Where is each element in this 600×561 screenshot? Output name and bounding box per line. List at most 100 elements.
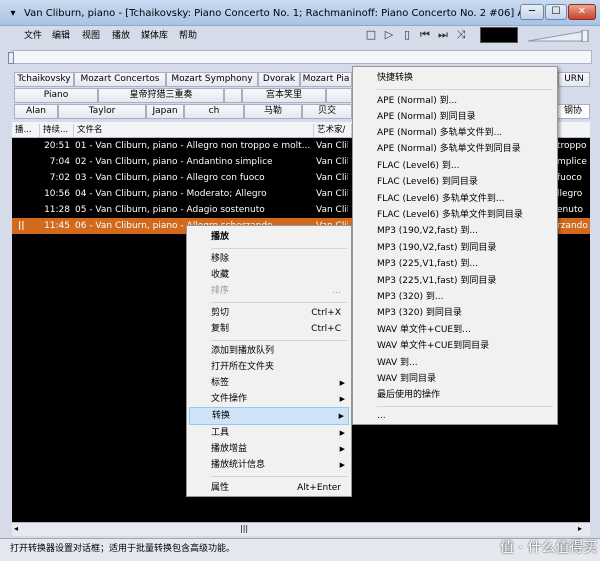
tab-alan[interactable]: Alan xyxy=(14,104,58,119)
menu-item-label: 添加到播放队列 xyxy=(211,346,275,356)
transport-toolbar: □ ▷ ▯ ⏮ ⏭ ⤨ xyxy=(362,27,472,43)
submenu-arrow-icon: ▶ xyxy=(338,412,344,420)
context-menu: 播放 移除 收藏 排序... 剪切 Ctrl+X 复制 Ctrl+C 添加到播放队列… xyxy=(186,225,352,497)
column-playing[interactable]: 播... xyxy=(12,124,40,137)
tab-mozart-symphony[interactable]: Mozart Symphony xyxy=(166,72,258,87)
tab-unnamed-2[interactable] xyxy=(326,88,352,103)
submenu-item-mp3-320-to[interactable]: MP3 (320) 到... xyxy=(355,289,555,305)
submenu-item-more[interactable]: ... xyxy=(355,408,555,424)
submenu-item-wav-same-dir[interactable]: WAV 到同目录 xyxy=(355,371,555,387)
track-filename: 04 - Van Cliburn, piano - Moderato; Alle… xyxy=(75,189,267,199)
volume-slider[interactable] xyxy=(528,30,590,42)
minimize-button[interactable]: ─ xyxy=(520,4,544,20)
menu-item-label: 标签 xyxy=(211,378,230,388)
menu-separator xyxy=(377,89,553,90)
submenu-item-flac-multitrack-to[interactable]: FLAC (Level6) 多轨单文件到... xyxy=(355,191,555,207)
submenu-item-wav-cue-to[interactable]: WAV 单文件+CUE到... xyxy=(355,322,555,338)
track-duration: 20:51 xyxy=(44,141,70,151)
submenu-item-mp3-320-same-dir[interactable]: MP3 (320) 到同目录 xyxy=(355,305,555,321)
menu-edit[interactable]: 编辑 xyxy=(52,30,70,43)
submenu-item-mp3-190-same-dir[interactable]: MP3 (190,V2,fast) 到同目录 xyxy=(355,240,555,256)
tab-mahler[interactable]: 马勒 xyxy=(244,104,302,119)
tab-emperor-trio[interactable]: 皇帝狩猎三重奏 xyxy=(98,88,224,103)
convert-submenu: 快捷转换 APE (Normal) 到... APE (Normal) 到同目录… xyxy=(352,66,558,425)
menu-item-copy[interactable]: 复制 Ctrl+C xyxy=(189,320,349,338)
track-title-tail: troppo xyxy=(557,141,587,151)
menu-file[interactable]: 文件 xyxy=(24,30,42,43)
app-icon[interactable]: ▾ xyxy=(7,8,19,20)
scroll-right-icon[interactable]: ▸ xyxy=(578,524,582,533)
menu-item-properties[interactable]: 属性 Alt+Enter xyxy=(189,479,349,497)
tab-piano[interactable]: Piano xyxy=(14,88,98,103)
tab-burn[interactable]: URN xyxy=(558,72,590,87)
tab-mozart-concertos[interactable]: Mozart Concertos xyxy=(74,72,166,87)
menu-item-label: 打开所在文件夹 xyxy=(211,362,275,372)
tab-taylor[interactable]: Taylor xyxy=(58,104,146,119)
random-icon[interactable]: ⤨ xyxy=(454,28,468,42)
submenu-item-mp3-225-same-dir[interactable]: MP3 (225,V1,fast) 到同目录 xyxy=(355,273,555,289)
previous-icon[interactable]: ⏮ xyxy=(418,28,432,42)
menu-item-convert[interactable]: 转换 ▶ xyxy=(189,407,349,425)
submenu-item-ape-same-dir[interactable]: APE (Normal) 到同目录 xyxy=(355,109,555,125)
menu-item-label: 剪切 xyxy=(211,308,230,318)
menu-item-play[interactable]: 播放 xyxy=(189,228,349,246)
menu-item-file-operations[interactable]: 文件操作 ▶ xyxy=(189,390,349,408)
tab-miyamoto[interactable]: 宫本笑里 xyxy=(242,88,326,103)
menu-item-label: 转换 xyxy=(212,411,231,421)
column-duration[interactable]: 持续... xyxy=(40,124,74,137)
tab-japan[interactable]: Japan xyxy=(146,104,184,119)
submenu-item-ape-multitrack-to[interactable]: APE (Normal) 多轨单文件到... xyxy=(355,125,555,141)
close-button[interactable]: ✕ xyxy=(568,4,596,20)
menu-separator xyxy=(211,340,347,341)
submenu-item-last-used[interactable]: 最后使用的操作 xyxy=(355,387,555,403)
menu-library[interactable]: 媒体库 xyxy=(141,30,168,43)
stop-icon[interactable]: □ xyxy=(364,28,378,42)
track-artist: Van Clib xyxy=(316,189,348,199)
maximize-button[interactable]: ☐ xyxy=(545,4,567,20)
menu-bar: 文件 编辑 视图 播放 媒体库 帮助 xyxy=(8,27,360,45)
submenu-item-wav-to[interactable]: WAV 到... xyxy=(355,355,555,371)
submenu-item-quick-convert[interactable]: 快捷转换 xyxy=(355,70,555,86)
submenu-item-flac-same-dir[interactable]: FLAC (Level6) 到同目录 xyxy=(355,174,555,190)
menu-separator xyxy=(377,406,553,407)
pause-icon[interactable]: ▯ xyxy=(400,28,414,42)
seek-thumb[interactable] xyxy=(8,52,14,64)
submenu-item-mp3-225-to[interactable]: MP3 (225,V1,fast) 到... xyxy=(355,256,555,272)
horizontal-scrollbar[interactable]: ◂ ||| ▸ xyxy=(12,522,590,536)
tab-ch[interactable]: ch xyxy=(184,104,244,119)
submenu-item-flac-multitrack-same-dir[interactable]: FLAC (Level6) 多轨单文件到同目录 xyxy=(355,207,555,223)
menu-item-label: 属性 xyxy=(211,483,230,493)
scroll-left-icon[interactable]: ◂ xyxy=(14,524,18,533)
track-filename: 01 - Van Cliburn, piano - Allegro non tr… xyxy=(75,141,311,151)
menu-separator xyxy=(211,476,347,477)
menu-view[interactable]: 视图 xyxy=(82,30,100,43)
track-duration: 11:45 xyxy=(44,221,70,231)
submenu-item-ape-to[interactable]: APE (Normal) 到... xyxy=(355,93,555,109)
tab-mozart-piano[interactable]: Mozart Pia xyxy=(300,72,352,87)
track-title-tail: rzando xyxy=(557,221,588,231)
tab-beethoven-symphony[interactable]: 贝交 xyxy=(302,104,352,119)
play-icon[interactable]: ▷ xyxy=(382,28,396,42)
track-filename: 03 - Van Cliburn, piano - Allegro con fu… xyxy=(75,173,265,183)
menu-item-label: 移除 xyxy=(211,254,230,264)
menu-item-shortcut: Alt+Enter xyxy=(297,483,341,493)
next-icon[interactable]: ⏭ xyxy=(436,28,450,42)
tab-dvorak[interactable]: Dvorak xyxy=(258,72,300,87)
submenu-item-wav-cue-same-dir[interactable]: WAV 单文件+CUE到同目录 xyxy=(355,338,555,354)
tab-piano-concertos[interactable]: 钢协 xyxy=(556,104,590,119)
tab-unnamed-1[interactable] xyxy=(224,88,242,103)
track-filename: 05 - Van Cliburn, piano - Adagio sostenu… xyxy=(75,205,265,215)
submenu-arrow-icon: ▶ xyxy=(339,395,345,403)
submenu-item-mp3-190-to[interactable]: MP3 (190,V2,fast) 到... xyxy=(355,223,555,239)
tab-tchaikovsky[interactable]: Tchaikovsky xyxy=(14,72,74,87)
menu-item-playback-stats[interactable]: 播放统计信息 ▶ xyxy=(189,456,349,474)
menu-playback[interactable]: 播放 xyxy=(112,30,130,43)
submenu-item-ape-multitrack-same-dir[interactable]: APE (Normal) 多轨单文件到同目录 xyxy=(355,141,555,157)
submenu-item-flac-to[interactable]: FLAC (Level6) 到... xyxy=(355,158,555,174)
scroll-grip[interactable]: ||| xyxy=(240,524,248,533)
menu-item-label: 播放 xyxy=(211,232,230,242)
seek-bar[interactable] xyxy=(12,50,592,64)
column-filename[interactable]: 文件名 xyxy=(74,124,314,137)
column-artist[interactable]: 艺术家/ xyxy=(314,124,352,137)
menu-help[interactable]: 帮助 xyxy=(179,30,197,43)
